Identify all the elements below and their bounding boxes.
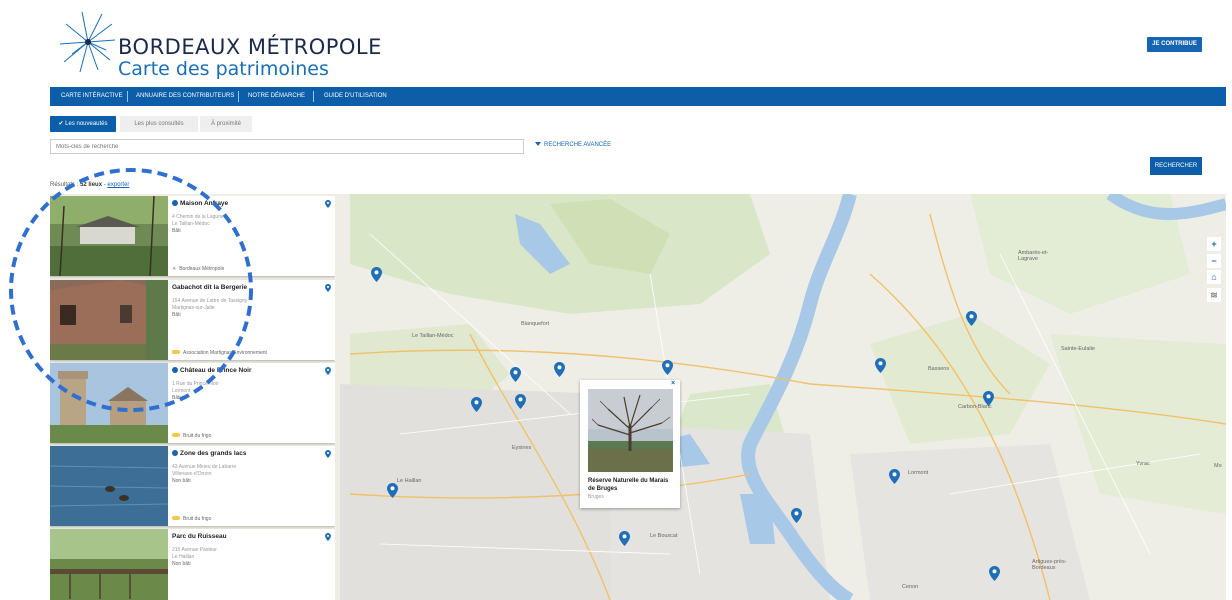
map-pin-icon[interactable]	[619, 531, 630, 546]
card-title-text: Zone des grands lacs	[180, 450, 247, 457]
map-pin-icon[interactable]	[983, 391, 994, 406]
card-address: 215 Avenue Pasteur	[172, 547, 217, 553]
map-label-cenon: Cenon	[902, 584, 919, 590]
nav-separator	[238, 91, 239, 102]
map-pin-icon[interactable]	[325, 450, 331, 458]
logo-star-icon	[59, 11, 116, 73]
filter-icon	[535, 142, 541, 147]
map-pin-icon[interactable]	[662, 360, 673, 375]
advanced-search-label: RECHERCHE AVANCÉE	[544, 142, 612, 148]
tab-new-label: Les nouveautés	[65, 121, 108, 127]
close-icon[interactable]: ×	[671, 380, 675, 387]
card-address: 43 Avenue Mirieu de Labarre	[172, 464, 237, 470]
card-photo	[50, 529, 168, 600]
map-pin-icon[interactable]	[325, 533, 331, 541]
popup-city: Bruges	[588, 494, 604, 500]
card-org-label: Bruit du frigo	[183, 433, 212, 439]
organisation-logo-icon	[172, 516, 180, 520]
main-nav: CARTE INTÉRACTIVE ANNUAIRE DES CONTRIBUT…	[50, 87, 1226, 106]
map-pin-icon[interactable]	[471, 397, 482, 412]
map-label-ambares: Ambarès-et-Lagrave	[1018, 250, 1049, 262]
map-label-bouscat: Le Bouscat	[650, 533, 678, 539]
map-pin-icon[interactable]	[875, 358, 886, 373]
search-button[interactable]: RECHERCHER	[1150, 157, 1202, 175]
map-pin-icon[interactable]	[554, 362, 565, 377]
page: BORDEAUX MÉTROPOLE Carte des patrimoines…	[0, 0, 1232, 600]
logo[interactable]: BORDEAUX MÉTROPOLE Carte des patrimoines	[58, 10, 381, 80]
map-label-haillan: Le Haillan	[397, 478, 422, 484]
map-pin-icon[interactable]	[325, 367, 331, 375]
result-card[interactable]: Parc du Ruisseau 215 Avenue Pasteur Le H…	[50, 529, 335, 600]
zoom-out-button[interactable]: −	[1207, 254, 1221, 268]
tab-new[interactable]: ✔ Les nouveautés	[50, 116, 116, 132]
nav-item-contributors[interactable]: ANNUAIRE DES CONTRIBUTEURS	[136, 87, 234, 106]
card-organisation: Bruit du frigo	[172, 516, 211, 522]
map-pin-icon[interactable]	[515, 394, 526, 409]
map-label-yvrac: Yvrac	[1136, 461, 1150, 467]
logo-subtitle: Carte des patrimoines	[118, 58, 329, 80]
annotation-circle	[9, 168, 253, 412]
card-title-text: Parc du Ruisseau	[172, 533, 227, 540]
tab-popular[interactable]: Les plus consultés	[120, 116, 198, 132]
map-pin-icon[interactable]	[510, 367, 521, 382]
nav-separator	[313, 91, 314, 102]
card-organisation: Bruit du frigo	[172, 433, 211, 439]
tab-nearby[interactable]: À proximité	[200, 116, 252, 132]
nav-item-approach[interactable]: NOTRE DÉMARCHE	[248, 87, 305, 106]
layers-icon[interactable]: ≋	[1207, 288, 1221, 302]
map-pin-icon[interactable]	[989, 566, 1000, 581]
advanced-search-link[interactable]: RECHERCHE AVANCÉE	[535, 142, 611, 148]
map-label-sainte-eulalie: Sainte-Eulalie	[1061, 346, 1095, 352]
popup-title[interactable]: Réserve Naturelle du Marais de Bruges	[588, 477, 676, 493]
logo-title: BORDEAUX MÉTROPOLE	[118, 35, 382, 59]
map-label-taillan: Le Taillan-Médoc	[412, 333, 454, 339]
map-pin-icon[interactable]	[791, 508, 802, 523]
card-type: Non bâti	[172, 478, 191, 484]
map-label-eysines: Eysines	[512, 445, 532, 451]
verified-icon	[172, 450, 178, 456]
map-label-bassens: Bassens	[928, 366, 950, 372]
place-popup[interactable]: × Réserve Naturelle du Marais de Bruges …	[580, 380, 680, 508]
card-photo	[50, 446, 168, 526]
card-title[interactable]: Parc du Ruisseau	[172, 533, 227, 540]
organisation-logo-icon	[172, 433, 180, 437]
card-type: Non bâti	[172, 561, 191, 567]
map-label-mo: Mo	[1214, 463, 1222, 469]
search-input[interactable]	[50, 139, 524, 154]
map-pin-icon[interactable]	[387, 483, 398, 498]
map-label-blanquefort: Blanquefort	[521, 321, 550, 327]
map-label-artigues: Artigues-près-Bordeaux	[1032, 559, 1067, 571]
card-title[interactable]: Zone des grands lacs	[172, 450, 246, 457]
check-icon: ✔	[58, 121, 64, 127]
map-pin-icon[interactable]	[371, 267, 382, 282]
result-card[interactable]: Zone des grands lacs 43 Avenue Mirieu de…	[50, 446, 335, 526]
zoom-in-button[interactable]: +	[1207, 237, 1221, 251]
contribute-button[interactable]: JE CONTRIBUE	[1147, 37, 1202, 52]
popup-photo	[588, 389, 673, 472]
map-pin-icon[interactable]	[966, 311, 977, 326]
header: BORDEAUX MÉTROPOLE Carte des patrimoines…	[0, 0, 1232, 86]
card-city: Le Haillan	[172, 554, 195, 560]
map-pin-icon[interactable]	[889, 469, 900, 484]
nav-separator	[127, 91, 128, 102]
card-city: Villenave-d'Ornon	[172, 471, 212, 477]
nav-item-guide[interactable]: GUIDE D'UTILISATION	[324, 87, 387, 106]
home-icon[interactable]: ⌂	[1207, 270, 1221, 284]
map-pin-icon[interactable]	[325, 284, 331, 292]
card-org-label: Bruit du frigo	[183, 516, 212, 522]
map-label-lormont: Lormont	[908, 470, 929, 476]
map-pin-icon[interactable]	[325, 200, 331, 208]
nav-item-interactive-map[interactable]: CARTE INTÉRACTIVE	[61, 87, 123, 106]
